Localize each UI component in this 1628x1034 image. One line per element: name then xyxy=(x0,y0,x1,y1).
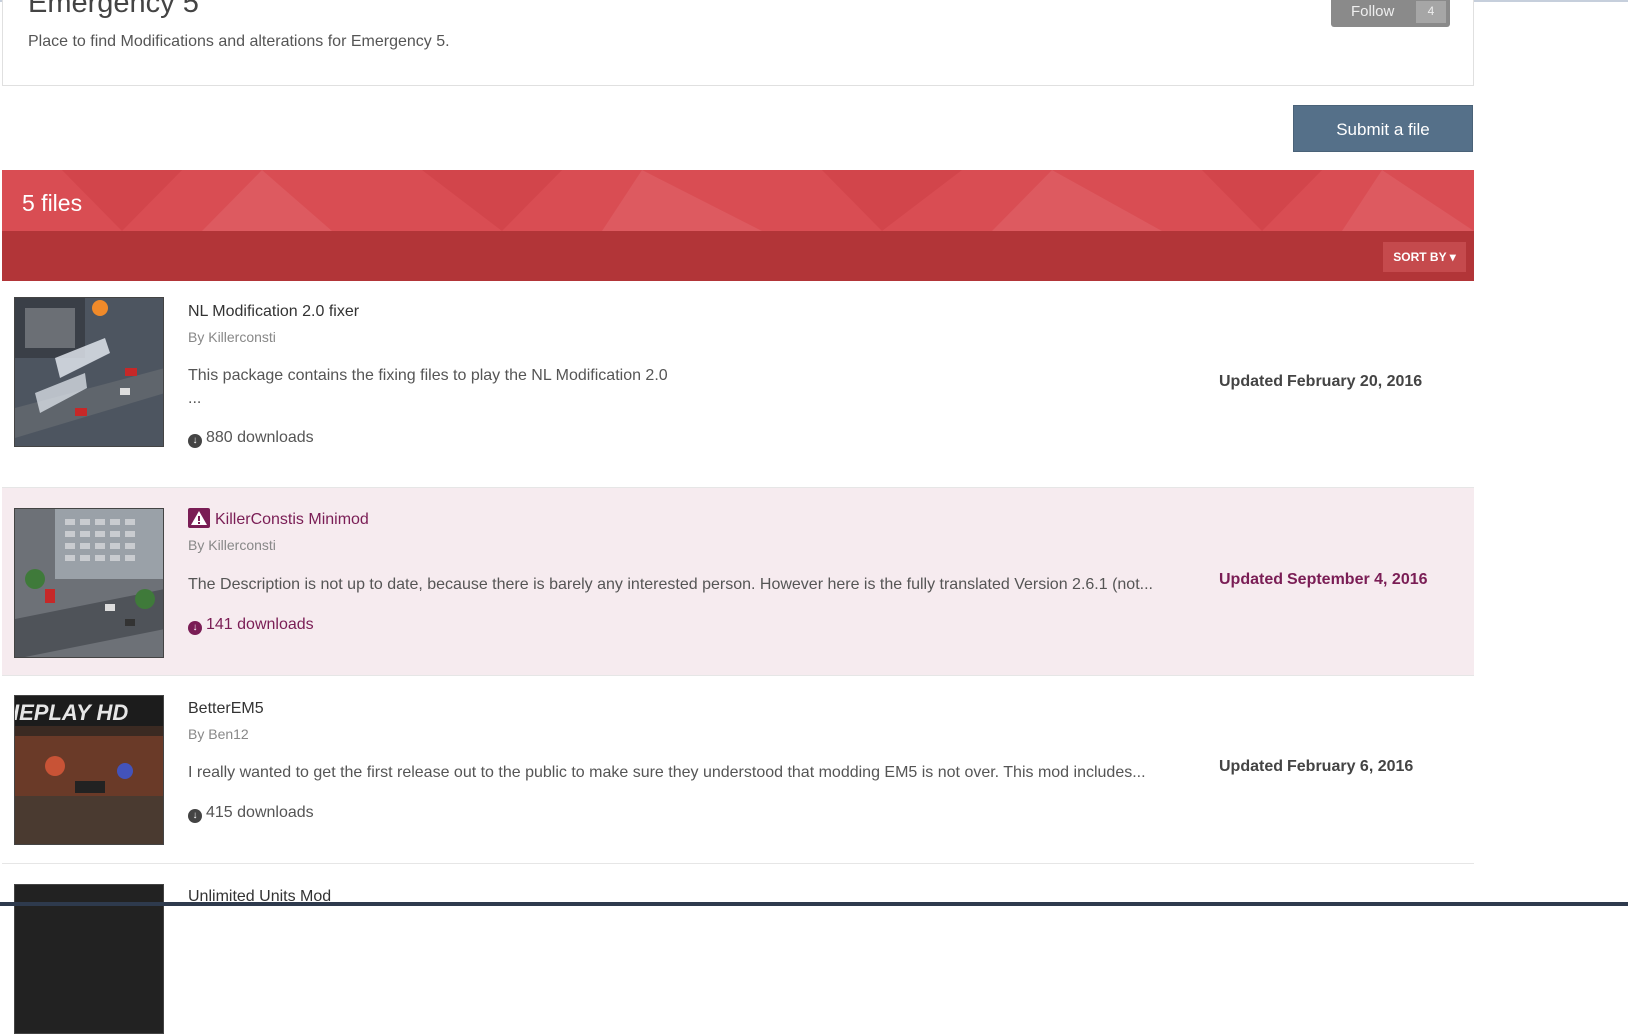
updated-label: Updated xyxy=(1219,571,1283,588)
file-title[interactable]: NL Modification 2.0 fixer xyxy=(188,303,359,321)
file-downloads: ↓ 880 downloads xyxy=(188,429,314,448)
updated-label: Updated xyxy=(1219,373,1283,390)
follow-button[interactable]: Follow 4 xyxy=(1331,0,1450,27)
file-row: Unlimited Units Mod xyxy=(2,864,1474,1034)
file-updated: Updated February 20, 2016 xyxy=(1219,373,1422,391)
taskbar xyxy=(0,902,1628,906)
file-title[interactable]: KillerConstis Minimod xyxy=(188,508,369,529)
updated-date: September 4, 2016 xyxy=(1287,571,1428,588)
files-banner: 5 files xyxy=(2,170,1474,231)
file-title-text: KillerConstis Minimod xyxy=(215,511,369,528)
file-description: This package contains the fixing files t… xyxy=(188,367,668,384)
downloads-count: 141 downloads xyxy=(206,616,314,633)
file-downloads: ↓ 141 downloads xyxy=(188,616,314,635)
file-updated: Updated September 4, 2016 xyxy=(1219,571,1428,589)
submit-file-button[interactable]: Submit a file xyxy=(1293,105,1473,152)
file-title[interactable]: BetterEM5 xyxy=(188,700,264,718)
file-description: The Description is not up to date, becau… xyxy=(188,576,1153,593)
follow-count-badge: 4 xyxy=(1416,1,1446,23)
updated-date: February 20, 2016 xyxy=(1287,373,1423,390)
file-row: IEPLAY HD BetterEM5 By Ben12 I really wa… xyxy=(2,676,1474,864)
file-thumbnail[interactable] xyxy=(14,884,164,1034)
banner-pattern xyxy=(62,170,1474,231)
category-description: Place to find Modifications and alterati… xyxy=(28,33,450,50)
file-author[interactable]: By Killerconsti xyxy=(188,329,276,345)
download-icon: ↓ xyxy=(188,809,202,823)
follow-label: Follow xyxy=(1351,3,1395,20)
category-title: Emergency 5 xyxy=(28,0,199,19)
thumbnail-image xyxy=(15,509,163,657)
updated-label: Updated xyxy=(1219,758,1283,775)
file-description-more: ... xyxy=(188,390,202,407)
updated-date: February 6, 2016 xyxy=(1287,758,1414,775)
file-author[interactable]: By Ben12 xyxy=(188,726,249,742)
file-updated: Updated February 6, 2016 xyxy=(1219,758,1413,776)
files-count: 5 files xyxy=(22,190,83,216)
category-header: Emergency 5 Place to find Modifications … xyxy=(2,0,1474,86)
downloads-count: 880 downloads xyxy=(206,429,314,446)
file-downloads: ↓ 415 downloads xyxy=(188,804,314,823)
download-icon: ↓ xyxy=(188,434,202,448)
file-thumbnail[interactable]: IEPLAY HD xyxy=(14,695,164,845)
file-row: NL Modification 2.0 fixer By Killerconst… xyxy=(2,281,1474,488)
download-icon: ↓ xyxy=(188,621,202,635)
file-row: KillerConstis Minimod By Killerconsti Th… xyxy=(2,488,1474,676)
file-author[interactable]: By Killerconsti xyxy=(188,537,276,553)
sort-by-button[interactable]: SORT BY ▾ xyxy=(1383,242,1466,272)
sort-bar xyxy=(2,231,1474,281)
thumbnail-image xyxy=(15,298,163,446)
file-thumbnail[interactable] xyxy=(14,508,164,658)
warning-icon xyxy=(188,508,210,528)
file-thumbnail[interactable] xyxy=(14,297,164,447)
downloads-count: 415 downloads xyxy=(206,804,314,821)
thumbnail-image: IEPLAY HD xyxy=(15,696,163,844)
thumbnail-text: IEPLAY HD xyxy=(15,700,128,725)
file-description: I really wanted to get the first release… xyxy=(188,764,1146,781)
